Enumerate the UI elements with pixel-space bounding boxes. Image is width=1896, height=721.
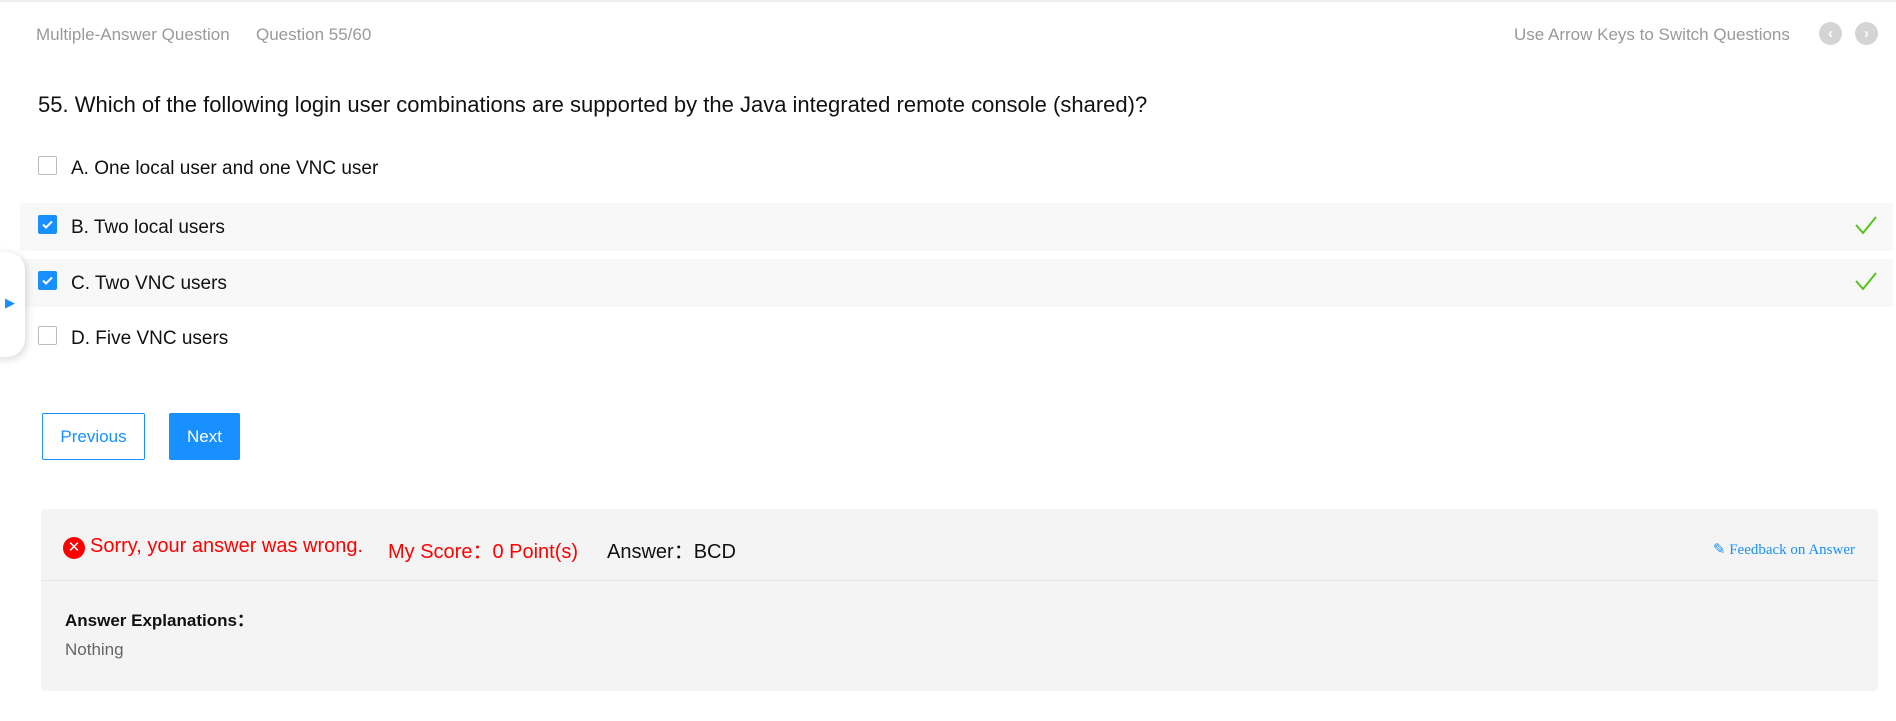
top-divider	[0, 0, 1896, 2]
next-question-icon[interactable]: ›	[1855, 22, 1878, 45]
previous-button[interactable]: Previous	[42, 413, 145, 460]
explanation-text: Nothing	[65, 640, 124, 659]
my-score: My Score：0 Point(s)	[388, 541, 579, 563]
question-progress: Question 55/60	[256, 25, 372, 44]
checkbox[interactable]	[38, 326, 57, 345]
previous-question-icon[interactable]: ‹	[1819, 22, 1842, 45]
side-panel-toggle[interactable]: ▶	[0, 252, 25, 357]
option-label: B. Two local users	[71, 217, 225, 238]
question-type: Multiple-Answer Question	[36, 25, 230, 44]
checkbox-checked[interactable]	[38, 271, 57, 290]
option-label: A. One local user and one VNC user	[71, 158, 379, 179]
expand-arrow-icon: ▶	[5, 295, 15, 310]
option-c[interactable]: C. Two VNC users	[20, 259, 1893, 307]
arrow-keys-hint: Use Arrow Keys to Switch Questions	[1514, 25, 1790, 44]
correct-check-icon	[1855, 272, 1877, 291]
option-b[interactable]: B. Two local users	[20, 203, 1893, 251]
checkbox-checked[interactable]	[38, 215, 57, 234]
result-status: Sorry, your answer was wrong.	[90, 535, 364, 557]
feedback-link-label: Feedback on Answer	[1729, 542, 1855, 558]
correct-check-icon	[1855, 216, 1877, 235]
result-panel: ✕ Sorry, your answer was wrong. My Score…	[41, 509, 1878, 691]
explanation-title: Answer Explanations：	[65, 611, 254, 630]
question-text: 55. Which of the following login user co…	[38, 92, 1148, 117]
result-header: ✕ Sorry, your answer was wrong. My Score…	[41, 509, 1878, 581]
option-d[interactable]: D. Five VNC users	[20, 314, 1893, 362]
edit-icon: ✎	[1712, 542, 1726, 558]
correct-answer: Answer：BCD	[607, 541, 736, 563]
next-button[interactable]: Next	[169, 413, 240, 460]
error-icon: ✕	[63, 537, 85, 559]
feedback-link[interactable]: ✎ Feedback on Answer	[1713, 540, 1855, 559]
option-label: C. Two VNC users	[71, 273, 227, 294]
option-label: D. Five VNC users	[71, 328, 229, 349]
checkbox[interactable]	[38, 156, 57, 175]
option-a[interactable]: A. One local user and one VNC user	[20, 144, 1893, 192]
